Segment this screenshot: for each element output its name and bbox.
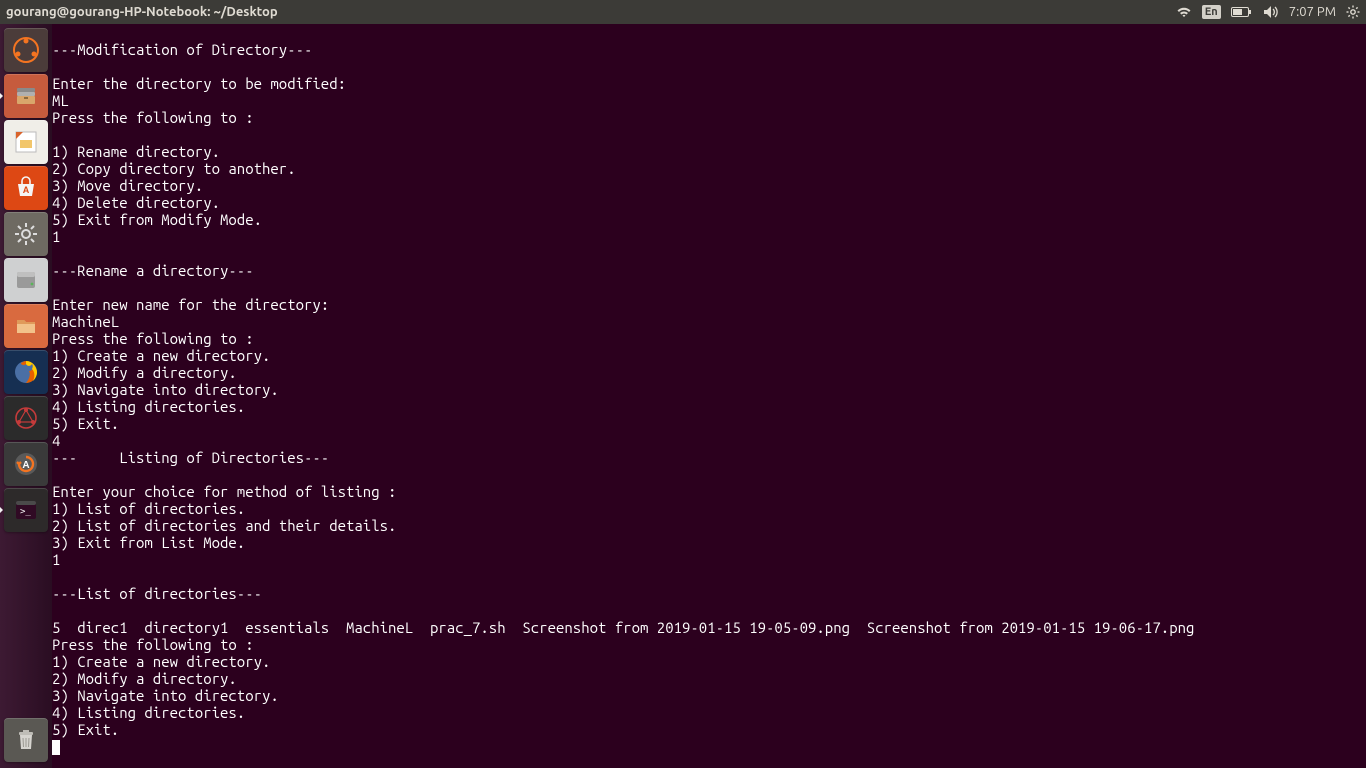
battery-icon[interactable]	[1231, 6, 1253, 18]
terminal-line: Enter new name for the directory:	[52, 296, 1366, 313]
terminal-line: Enter the directory to be modified:	[52, 75, 1366, 92]
top-menu-bar: gourang@gourang-HP-Notebook: ~/Desktop E…	[0, 0, 1366, 24]
terminal-line: 3) Navigate into directory.	[52, 381, 1366, 398]
terminal-line: 3) Navigate into directory.	[52, 687, 1366, 704]
wifi-icon[interactable]	[1176, 6, 1192, 18]
terminal-line: Enter your choice for method of listing …	[52, 483, 1366, 500]
launcher-ubuntu-dash[interactable]	[4, 28, 48, 72]
launcher-trash[interactable]	[4, 718, 48, 762]
launcher-files[interactable]	[4, 74, 48, 118]
terminal-line: 2) Modify a directory.	[52, 364, 1366, 381]
terminal-line: ---Modification of Directory---	[52, 41, 1366, 58]
terminal-line: 1	[52, 228, 1366, 245]
gear-icon[interactable]	[1346, 5, 1360, 19]
terminal-line: 1) Create a new directory.	[52, 347, 1366, 364]
launcher-software-updater[interactable]: A	[4, 442, 48, 486]
terminal-line	[52, 568, 1366, 585]
terminal-line: 1) Rename directory.	[52, 143, 1366, 160]
launcher-terminal[interactable]: >_	[4, 488, 48, 532]
terminal-line: 4	[52, 432, 1366, 449]
launcher-firefox[interactable]	[4, 350, 48, 394]
window-title: gourang@gourang-HP-Notebook: ~/Desktop	[6, 5, 278, 19]
terminal-line: 2) List of directories and their details…	[52, 517, 1366, 534]
terminal-line: 2) Modify a directory.	[52, 670, 1366, 687]
language-indicator[interactable]: En	[1202, 5, 1221, 19]
terminal-line: Press the following to :	[52, 109, 1366, 126]
terminal-line	[52, 126, 1366, 143]
terminal-line: 5) Exit.	[52, 415, 1366, 432]
terminal-line	[52, 466, 1366, 483]
terminal-line	[52, 602, 1366, 619]
launcher-file-manager[interactable]	[4, 304, 48, 348]
terminal-line: 4) Delete directory.	[52, 194, 1366, 211]
terminal-line: 5) Exit.	[52, 721, 1366, 738]
launcher-disks[interactable]	[4, 258, 48, 302]
terminal-line: 1) Create a new directory.	[52, 653, 1366, 670]
terminal-cursor-line[interactable]	[52, 738, 1366, 755]
terminal-line: 3) Exit from List Mode.	[52, 534, 1366, 551]
launcher-settings[interactable]	[4, 212, 48, 256]
terminal-line	[52, 279, 1366, 296]
terminal-line: 4) Listing directories.	[52, 398, 1366, 415]
terminal-line: 5) Exit from Modify Mode.	[52, 211, 1366, 228]
sound-icon[interactable]	[1263, 5, 1279, 19]
terminal-line: 5 direc1 directory1 essentials MachineL …	[52, 619, 1366, 636]
terminal-line	[52, 58, 1366, 75]
terminal-line: --- Listing of Directories---	[52, 449, 1366, 466]
svg-text:A: A	[22, 460, 29, 471]
terminal-line: ---List of directories---	[52, 585, 1366, 602]
terminal-line: 2) Copy directory to another.	[52, 160, 1366, 177]
terminal-line: 4) Listing directories.	[52, 704, 1366, 721]
terminal-line: MachineL	[52, 313, 1366, 330]
terminal-line: ---Rename a directory---	[52, 262, 1366, 279]
terminal-line	[52, 24, 1366, 41]
terminal-line: ML	[52, 92, 1366, 109]
terminal-line	[52, 245, 1366, 262]
unity-launcher: A A >_	[0, 24, 52, 768]
launcher-libreoffice-impress[interactable]	[4, 120, 48, 164]
launcher-network[interactable]	[4, 396, 48, 440]
terminal-line: 1	[52, 551, 1366, 568]
terminal-cursor	[52, 740, 60, 755]
clock[interactable]: 7:07 PM	[1289, 5, 1336, 19]
launcher-ubuntu-software[interactable]: A	[4, 166, 48, 210]
terminal-line: 1) List of directories.	[52, 500, 1366, 517]
svg-text:>_: >_	[20, 507, 31, 517]
terminal-line: 3) Move directory.	[52, 177, 1366, 194]
terminal-line: Press the following to :	[52, 636, 1366, 653]
terminal-output[interactable]: ---Modification of Directory--- Enter th…	[52, 24, 1366, 768]
svg-text:A: A	[23, 185, 30, 195]
terminal-line: Press the following to :	[52, 330, 1366, 347]
